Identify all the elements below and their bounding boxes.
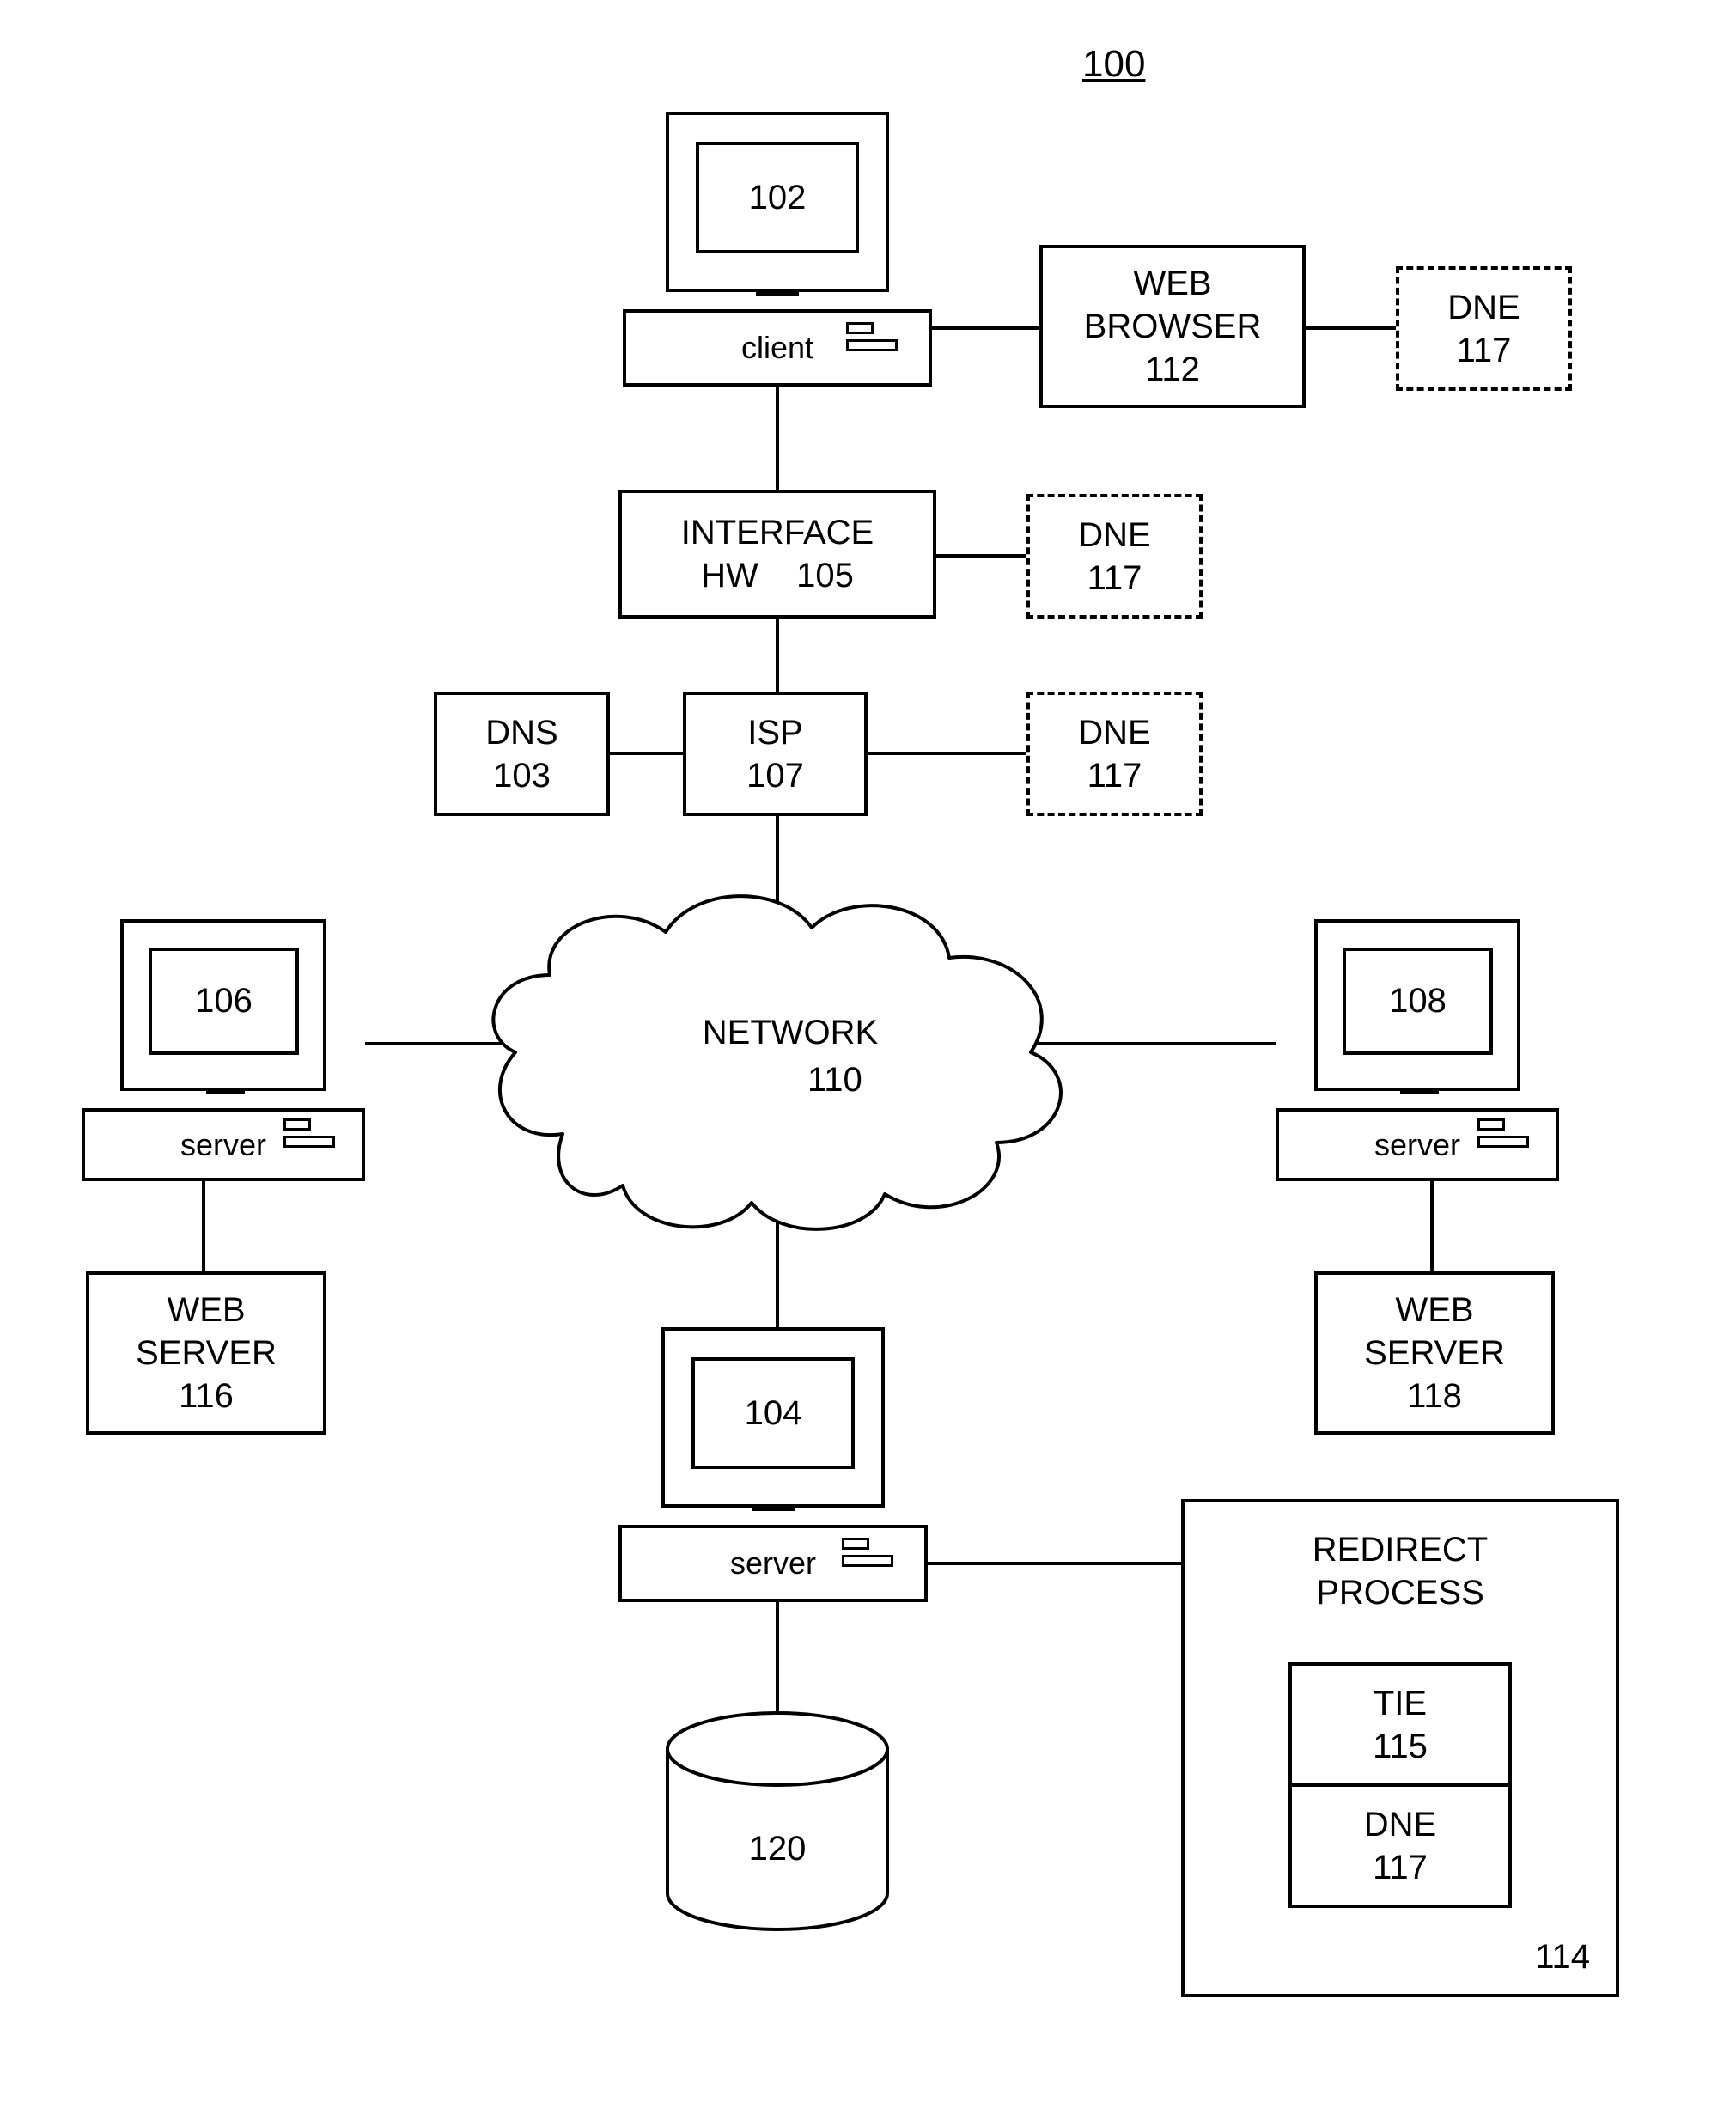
redirect-process-number: 114	[1535, 1938, 1590, 1977]
database-number: 120	[661, 1830, 893, 1868]
dns-box: DNS 103	[434, 692, 610, 816]
conn-client-browser	[932, 326, 1039, 330]
conn-isp-dne	[868, 752, 1026, 755]
dne-box-interface: DNE 117	[1026, 494, 1203, 619]
network-number: 110	[807, 1061, 862, 1100]
dne-box-redirect: DNE 117	[1288, 1783, 1512, 1908]
client-monitor-number: 102	[696, 142, 859, 253]
interface-hw-box: INTERFACE HW 105	[618, 490, 936, 619]
diagram-canvas: 100 102 client WEB BROWSER 112 DNE 117 I…	[0, 0, 1736, 2127]
web-server-left-box: WEB SERVER 116	[86, 1271, 326, 1435]
conn-browser-dne	[1306, 326, 1396, 330]
network-cloud	[464, 872, 1082, 1241]
database-cylinder: 120	[661, 1710, 893, 1933]
client-computer: 102 client	[623, 112, 932, 404]
network-label: NETWORK	[687, 1014, 893, 1052]
conn-interface-dne	[936, 554, 1026, 558]
server-right-computer: 108 server	[1276, 919, 1559, 1203]
tie-box: TIE 115	[1288, 1662, 1512, 1787]
dne-box-isp: DNE 117	[1026, 692, 1203, 816]
server-bottom-number: 104	[691, 1357, 855, 1469]
server-bottom-computer: 104 server	[618, 1327, 928, 1619]
server-left-number: 106	[149, 948, 299, 1055]
dne-box-browser: DNE 117	[1396, 266, 1572, 391]
conn-bottom-redirect	[928, 1562, 1181, 1565]
web-server-right-box: WEB SERVER 118	[1314, 1271, 1555, 1435]
conn-dns-isp	[610, 752, 683, 755]
isp-box: ISP 107	[683, 692, 868, 816]
server-right-number: 108	[1343, 948, 1493, 1055]
figure-reference: 100	[1082, 43, 1145, 86]
server-left-computer: 106 server	[82, 919, 365, 1203]
web-browser-box: WEB BROWSER 112	[1039, 245, 1306, 408]
conn-interface-isp	[776, 619, 779, 692]
redirect-process-title: REDIRECT PROCESS	[1185, 1528, 1616, 1614]
